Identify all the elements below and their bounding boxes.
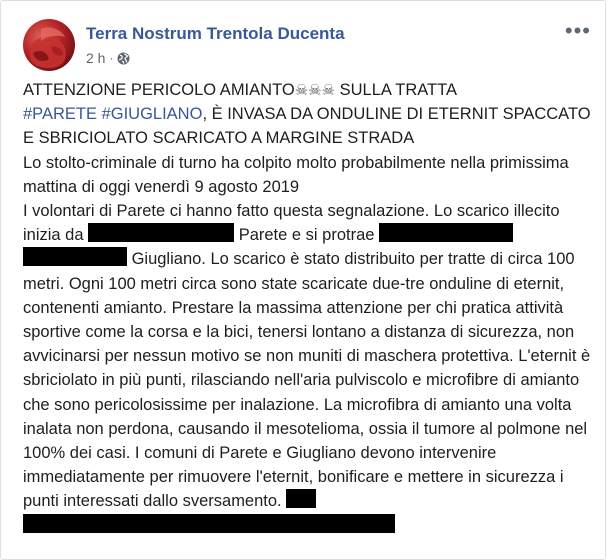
post-card: Terra Nostrum Trentola Ducenta 2 h · •••… (0, 0, 606, 560)
paragraph-2-text-b: Parete e si protrae (234, 226, 380, 245)
post-paragraph-2: I volontari di Parete ci hanno fatto que… (23, 199, 595, 538)
redaction-bar (23, 513, 395, 533)
post-timestamp[interactable]: 2 h (86, 50, 105, 66)
more-options-icon[interactable]: ••• (565, 20, 591, 42)
post-header: Terra Nostrum Trentola Ducenta 2 h · ••• (23, 19, 605, 75)
skull-icon: ☠☠☠ (294, 81, 336, 99)
headline-text-2: SULLA TRATTA (335, 81, 457, 99)
redaction-bar (286, 489, 317, 509)
post-headline: ATTENZIONE PERICOLO AMIANTO☠☠☠ SULLA TRA… (23, 78, 595, 151)
post-meta: 2 h · (86, 50, 130, 66)
post-body: ATTENZIONE PERICOLO AMIANTO☠☠☠ SULLA TRA… (23, 78, 595, 538)
post-paragraph-1: Lo stolto-criminale di turno ha colpito … (23, 153, 569, 196)
headline-text: ATTENZIONE PERICOLO AMIANTO (23, 81, 295, 99)
page-avatar[interactable] (23, 19, 75, 71)
page-name-link[interactable]: Terra Nostrum Trentola Ducenta (86, 24, 345, 44)
redaction-bar (379, 223, 514, 243)
redaction-bar (88, 223, 235, 243)
paragraph-2-text-c: Giugliano. Lo scarico è stato distribuit… (23, 250, 591, 511)
globe-icon[interactable] (117, 52, 130, 65)
hashtag-giugliano[interactable]: #GIUGLIANO (102, 105, 203, 123)
meta-separator: · (109, 51, 114, 65)
hashtag-parete[interactable]: #PARETE (23, 105, 97, 123)
redaction-bar (23, 247, 127, 267)
